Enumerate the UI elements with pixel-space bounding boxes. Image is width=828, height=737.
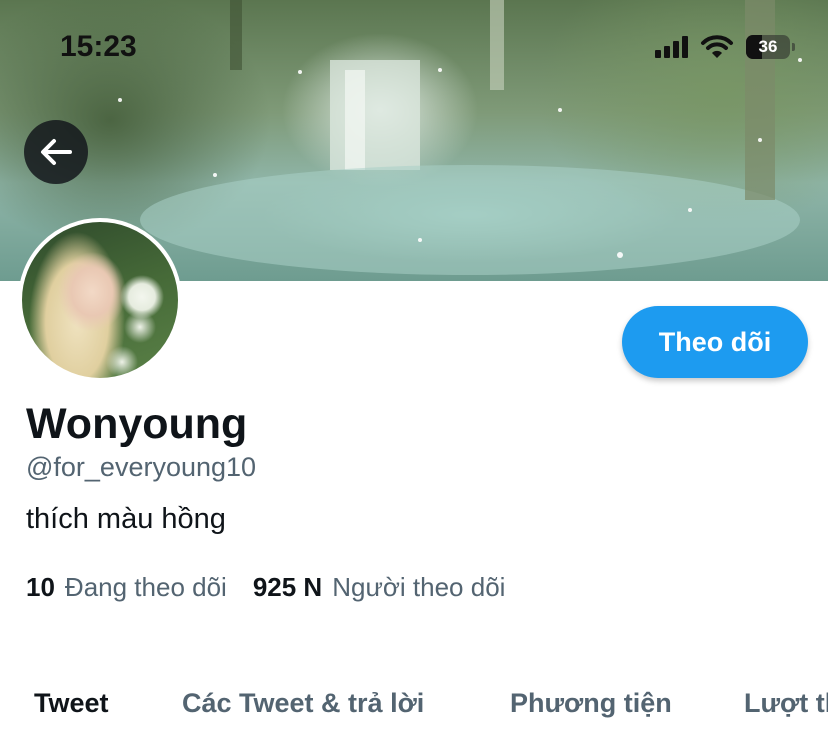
back-button[interactable]	[24, 120, 88, 184]
profile-tabs: Tweet Các Tweet & trả lời Phương tiện Lư…	[0, 688, 828, 728]
tab-tweets-and-replies[interactable]: Các Tweet & trả lời	[182, 688, 424, 719]
following-count: 10	[26, 572, 55, 602]
status-icons: 36	[655, 34, 795, 60]
follow-button[interactable]: Theo dõi	[622, 306, 808, 378]
following-label: Đang theo dõi	[64, 572, 227, 602]
profile-stats: 10 Đang theo dõi 925 N Người theo dõi	[26, 572, 505, 603]
avatar[interactable]	[18, 218, 182, 382]
tab-likes[interactable]: Lượt thích	[744, 688, 828, 719]
cellular-signal-icon	[655, 36, 688, 58]
followers-count: 925 N	[252, 572, 323, 602]
arrow-left-icon	[41, 139, 72, 165]
tab-media[interactable]: Phương tiện	[510, 688, 672, 719]
profile-handle: @for_everyoung10	[26, 452, 257, 482]
battery-level: 36	[758, 37, 778, 56]
tab-tweets[interactable]: Tweet	[34, 688, 109, 719]
battery-icon: 36	[746, 35, 795, 59]
profile-display-name: Wonyoung	[26, 400, 248, 448]
followers-stat[interactable]: 925 N Người theo dõi	[253, 572, 506, 603]
followers-label: Người theo dõi	[332, 572, 506, 602]
profile-bio: thích màu hồng	[26, 503, 226, 535]
following-stat[interactable]: 10 Đang theo dõi	[26, 572, 227, 603]
wifi-icon	[701, 35, 733, 58]
status-time: 15:23	[60, 30, 137, 63]
